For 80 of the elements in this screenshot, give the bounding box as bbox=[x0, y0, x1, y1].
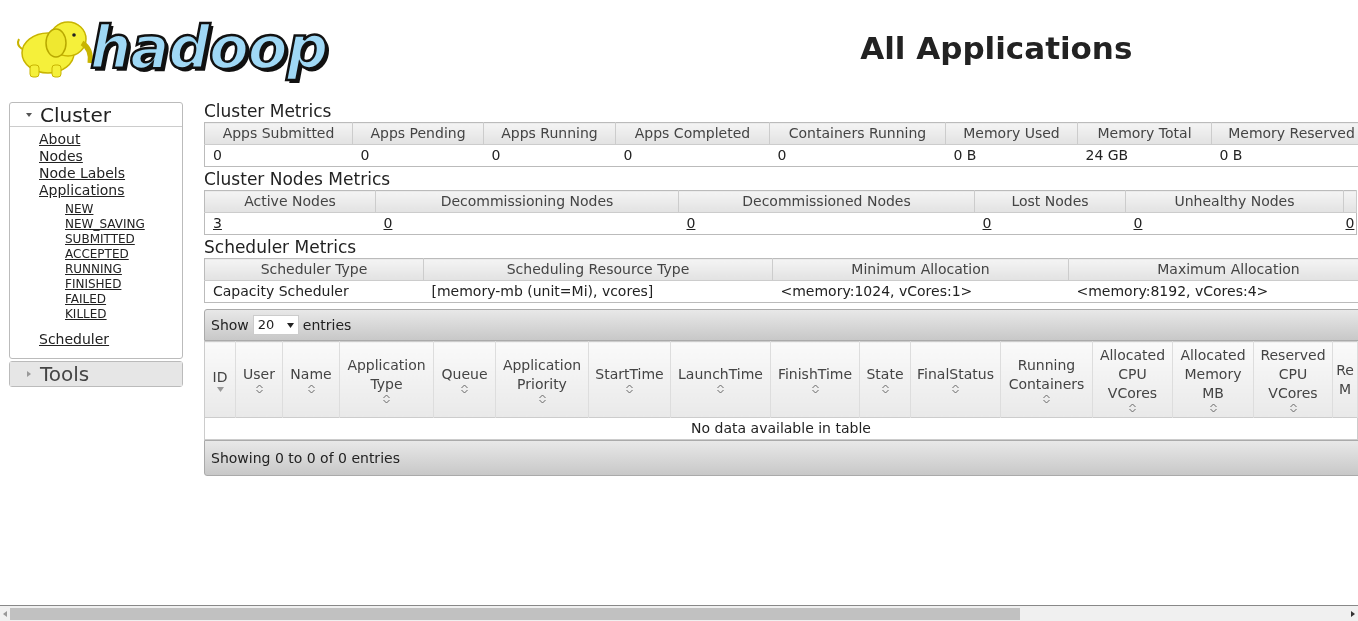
sidebar-sublink[interactable]: FAILED bbox=[65, 292, 107, 307]
page-title: All Applications bbox=[860, 28, 1133, 68]
column-header[interactable]: StartTime bbox=[588, 341, 671, 418]
column-header: Scheduler Type bbox=[204, 258, 424, 281]
column-header[interactable]: FinishTime bbox=[770, 341, 860, 418]
column-header[interactable]: Allocated CPU VCores bbox=[1092, 341, 1173, 418]
column-header[interactable]: Allocated Memory MB bbox=[1172, 341, 1254, 418]
column-header[interactable]: ID bbox=[204, 341, 236, 418]
table-cell: [memory-mb (unit=Mi), vcores] bbox=[423, 280, 773, 303]
table-cell: 0 B bbox=[1211, 144, 1358, 167]
column-header[interactable]: Re M bbox=[1332, 341, 1358, 418]
count-link[interactable]: 0 bbox=[383, 215, 393, 231]
count-link[interactable]: 0 bbox=[982, 215, 992, 231]
column-header: Memory Total bbox=[1077, 122, 1212, 145]
sidebar-sublink[interactable]: SUBMITTED bbox=[65, 232, 135, 247]
section-title: Cluster Metrics bbox=[204, 100, 332, 122]
column-header[interactable]: Running Containers bbox=[1000, 341, 1093, 418]
sidebar-sublink[interactable]: FINISHED bbox=[65, 277, 122, 292]
empty-message: No data available in table bbox=[691, 420, 871, 436]
column-header: Maximum Allocation bbox=[1068, 258, 1358, 281]
show-label: Show bbox=[211, 315, 249, 335]
caret-right-icon bbox=[26, 371, 32, 377]
sidebar-link[interactable]: About bbox=[39, 131, 81, 148]
column-header[interactable]: State bbox=[859, 341, 911, 418]
table-cell: <memory:8192, vCores:4> bbox=[1068, 280, 1358, 303]
column-header: Active Nodes bbox=[204, 190, 376, 213]
sidebar-sublink[interactable]: RUNNING bbox=[65, 262, 122, 277]
table-cell: 0 bbox=[483, 144, 616, 167]
column-header: Decommissioning Nodes bbox=[375, 190, 679, 213]
sidebar-sublink[interactable]: ACCEPTED bbox=[65, 247, 129, 262]
column-header[interactable]: LaunchTime bbox=[670, 341, 771, 418]
table-cell: <memory:1024, vCores:1> bbox=[772, 280, 1069, 303]
column-header[interactable]: Reserved CPU VCores bbox=[1253, 341, 1333, 418]
sidebar-sublink[interactable]: NEW_SAVING bbox=[65, 217, 145, 232]
column-header: Memory Used bbox=[945, 122, 1078, 145]
entries-label: entries bbox=[302, 315, 352, 335]
sidebar-link[interactable]: Applications bbox=[39, 182, 125, 199]
column-header: Decommissioned Nodes bbox=[678, 190, 975, 213]
column-header: Memory Reserved bbox=[1211, 122, 1358, 145]
column-header[interactable]: User bbox=[235, 341, 283, 418]
table-cell: 0 bbox=[769, 144, 946, 167]
caret-down-icon bbox=[26, 111, 32, 118]
sidebar-link[interactable]: Scheduler bbox=[39, 331, 110, 348]
page-length-select[interactable]: 20 bbox=[252, 315, 299, 335]
count-link[interactable]: 3 bbox=[213, 215, 222, 231]
scrollbar-thumb[interactable] bbox=[10, 607, 1020, 620]
column-header[interactable]: Application Type bbox=[339, 341, 434, 418]
sidebar-sublink[interactable]: NEW bbox=[65, 202, 94, 217]
column-header: Scheduling Resource Type bbox=[423, 258, 773, 281]
count-link[interactable]: 0 bbox=[686, 215, 696, 231]
column-header[interactable]: Application Priority bbox=[495, 341, 589, 418]
column-header: Lost Nodes bbox=[974, 190, 1126, 213]
table-cell: 0 bbox=[352, 144, 484, 167]
table-cell: 0 bbox=[204, 144, 353, 167]
column-header[interactable]: Name bbox=[282, 341, 340, 418]
section-title: Cluster Nodes Metrics bbox=[204, 168, 391, 190]
table-cell: 24 GB bbox=[1077, 144, 1212, 167]
column-header[interactable]: Queue bbox=[433, 341, 496, 418]
sidebar-sublink[interactable]: KILLED bbox=[65, 307, 107, 322]
column-header: Apps Completed bbox=[615, 122, 770, 145]
column-header: Apps Pending bbox=[352, 122, 484, 145]
count-link[interactable]: 0 bbox=[1133, 215, 1143, 231]
column-header: Minimum Allocation bbox=[772, 258, 1069, 281]
column-header: Unhealthy Nodes bbox=[1125, 190, 1344, 213]
entries-info: Showing 0 to 0 of 0 entries bbox=[211, 448, 400, 468]
dropdown-arrow-icon bbox=[286, 322, 294, 328]
column-header: Containers Running bbox=[769, 122, 946, 145]
table-cell: Capacity Scheduler bbox=[204, 280, 424, 303]
column-header: Apps Submitted bbox=[204, 122, 353, 145]
section-header[interactable]: Tools bbox=[10, 362, 182, 386]
table-cell: 0 B bbox=[945, 144, 1078, 167]
sidebar-link[interactable]: Nodes bbox=[39, 148, 83, 165]
section-title: Scheduler Metrics bbox=[204, 236, 357, 258]
column-header[interactable]: FinalStatus bbox=[910, 341, 1001, 418]
section-header[interactable]: Cluster bbox=[10, 103, 182, 127]
column-header: Apps Running bbox=[483, 122, 616, 145]
horizontal-scrollbar[interactable] bbox=[0, 605, 1358, 621]
table-cell: 0 bbox=[615, 144, 770, 167]
count-link[interactable]: 0 bbox=[1345, 215, 1355, 231]
sidebar-link[interactable]: Node Labels bbox=[39, 165, 126, 182]
